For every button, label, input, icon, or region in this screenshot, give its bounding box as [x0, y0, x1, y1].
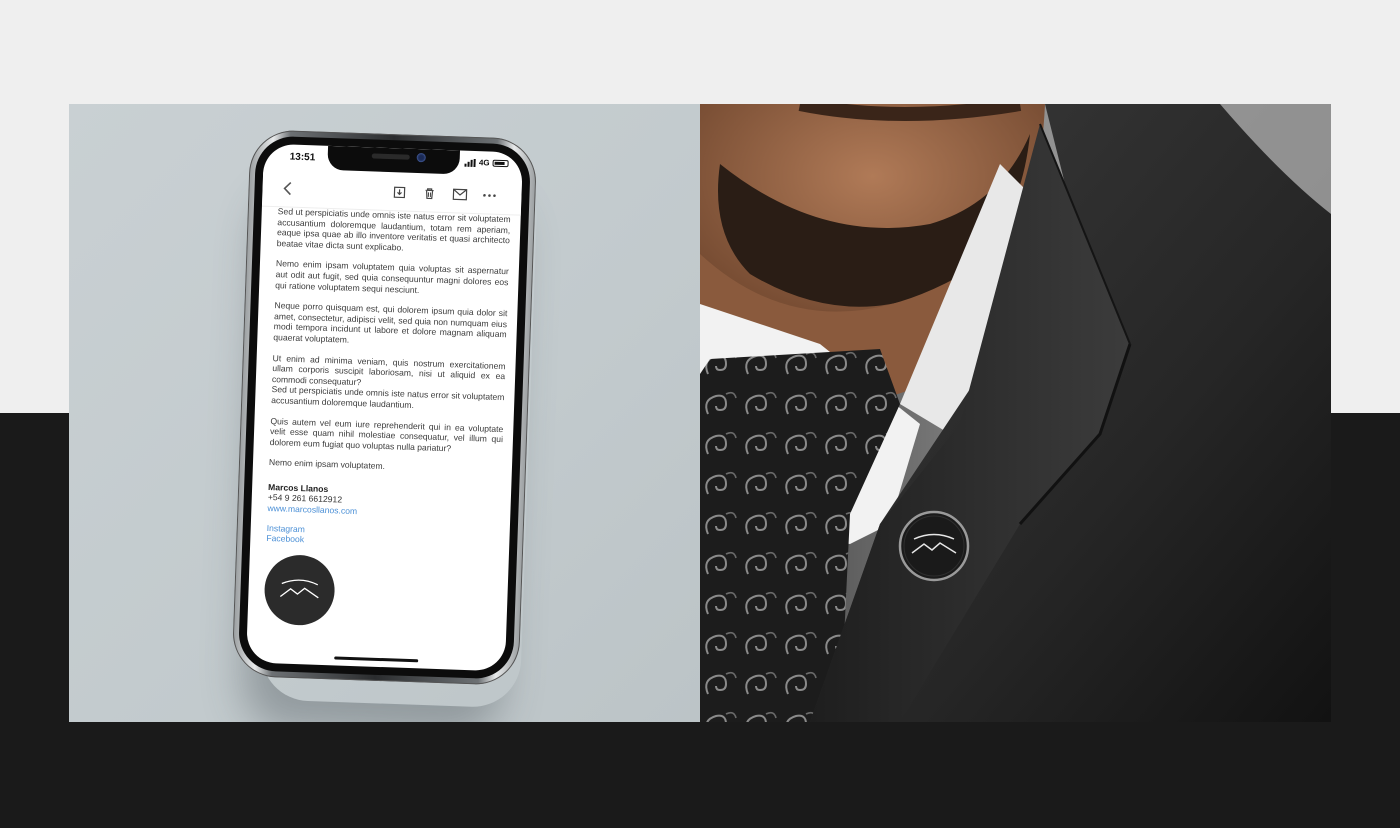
lapel-pin-photo [700, 104, 1331, 722]
signal-icon [464, 158, 477, 167]
signature-logo [263, 553, 336, 627]
email-paragraph: Nemo enim ipsam voluptatem. [268, 457, 386, 472]
suit-photo-illustration [700, 104, 1331, 722]
signature-social-links: Instagram Facebook [266, 523, 500, 552]
phone-screen: 13:51 4G Sed ut perspiciatis unde omnis … [246, 143, 523, 672]
email-paragraph: Nemo enim ipsam voluptatem quia voluptas… [275, 258, 509, 295]
front-camera [416, 152, 426, 163]
email-body: Sed ut perspiciatis unde omnis iste natu… [263, 206, 511, 632]
chevron-left-icon[interactable] [278, 179, 297, 198]
mountain-logo-icon [279, 579, 319, 599]
status-indicators: 4G [464, 158, 509, 169]
home-indicator [333, 656, 418, 663]
battery-icon [492, 159, 509, 168]
notch [326, 145, 460, 175]
mail-icon[interactable] [450, 185, 469, 204]
email-paragraph: Sed ut perspiciatis unde omnis iste natu… [276, 206, 511, 253]
phone-mockup-panel: 13:51 4G Sed ut perspiciatis unde omnis … [69, 104, 700, 722]
trash-icon[interactable] [420, 184, 439, 203]
mountain-logo-icon [898, 510, 970, 582]
email-signature: Marcos Llanos +54 9 261 6612912 www.marc… [263, 482, 501, 632]
phone: 13:51 4G Sed ut perspiciatis unde omnis … [231, 129, 538, 686]
more-icon[interactable] [480, 186, 499, 205]
email-paragraph: Quis autem vel eum iure reprehenderit qu… [269, 415, 504, 454]
archive-icon[interactable] [390, 183, 409, 202]
lapel-pin [898, 510, 970, 582]
email-paragraph: Neque porro quisquam est, qui dolorem ip… [273, 300, 508, 345]
status-time: 13:51 [289, 151, 316, 164]
speaker [371, 153, 410, 160]
network-label: 4G [478, 158, 490, 168]
